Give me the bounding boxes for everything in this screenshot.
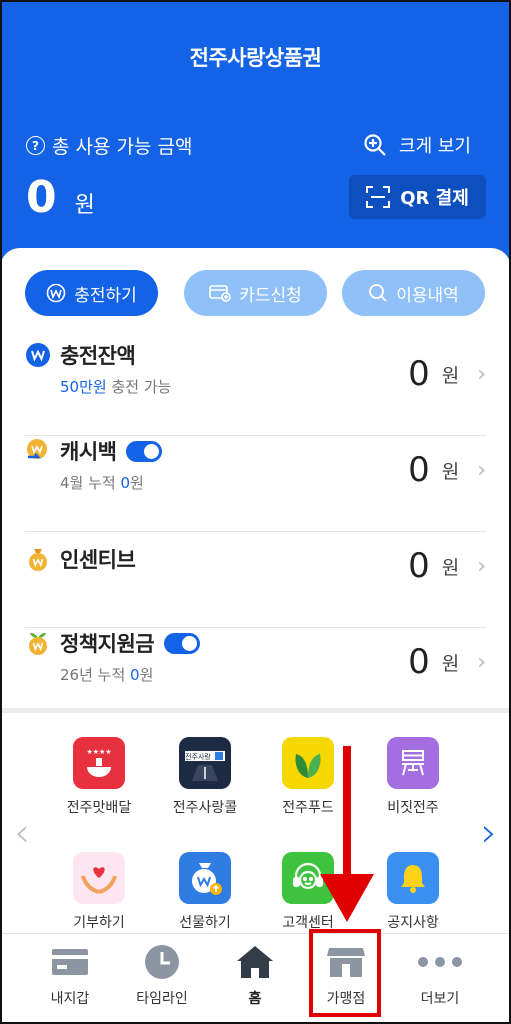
money-bag-icon <box>25 546 51 572</box>
row-charge-balance[interactable]: 충전잔액 50만원 충전 가능 0 원 › <box>25 340 486 436</box>
qr-pay-button[interactable]: QR 결제 <box>349 175 486 219</box>
donate-heart-icon <box>73 852 125 904</box>
header: 전주사랑상품권 ? 총 사용 가능 금액 크게 보기 0 원 QR 결제 <box>0 0 511 275</box>
history-label: 이용내역 <box>396 285 459 306</box>
qr-pay-label: QR 결제 <box>400 188 469 209</box>
card-apply-label: 카드신청 <box>239 285 302 306</box>
available-amount-label[interactable]: ? 총 사용 가능 금액 <box>26 132 192 159</box>
chevron-right-icon: › <box>477 361 486 387</box>
annotation-highlight-box <box>309 929 381 1017</box>
wallet-icon <box>51 944 89 980</box>
menu-item-gift[interactable]: 선물하기 <box>150 852 260 932</box>
policy-support-toggle[interactable] <box>164 632 201 654</box>
bottom-nav: 내지갑 타임라인 홈 가맹점 더보기 <box>0 933 511 1024</box>
qr-scan-icon <box>366 186 391 208</box>
menu-item-donate[interactable]: 기부하기 <box>44 852 154 932</box>
menu-item-food-delivery[interactable]: ★★★★ 전주맛배달 <box>44 737 154 817</box>
won-circle-icon <box>46 283 66 303</box>
history-button[interactable]: 이용내역 <box>342 270 485 316</box>
sprout-coin-icon <box>25 630 51 656</box>
total-balance: 0 원 <box>26 172 95 223</box>
nav-label: 내지갑 <box>50 991 90 1007</box>
notice-bell-icon <box>387 852 439 904</box>
row-amount: 0 <box>408 450 430 490</box>
search-icon <box>368 283 388 303</box>
card-add-icon <box>209 284 232 302</box>
nav-timeline[interactable]: 타임라인 <box>112 934 212 1024</box>
help-icon[interactable]: ? <box>26 136 45 155</box>
charge-button[interactable]: 충전하기 <box>25 270 158 316</box>
menu-label: 공지사항 <box>387 915 439 931</box>
card-apply-button[interactable]: 카드신청 <box>184 270 327 316</box>
nav-home[interactable]: 홈 <box>205 934 305 1024</box>
visit-jeonju-icon <box>387 737 439 789</box>
app-title: 전주사랑상품권 <box>189 46 322 70</box>
row-sub: 4월 누적 0원 <box>60 474 144 492</box>
home-icon <box>236 944 274 980</box>
available-label-text: 총 사용 가능 금액 <box>52 136 193 158</box>
svg-text:전주사랑: 전주사랑 <box>185 752 211 761</box>
zoom-in-icon <box>364 134 386 156</box>
more-dots-icon <box>417 944 463 980</box>
row-unit: 원 <box>441 652 460 675</box>
row-title: 인센티브 <box>60 548 136 572</box>
chevron-right-icon: › <box>477 649 486 675</box>
nav-label: 홈 <box>248 991 262 1007</box>
nav-more[interactable]: 더보기 <box>390 934 490 1024</box>
menu-next-arrow[interactable]: › <box>481 810 497 856</box>
nav-label: 타임라인 <box>136 991 188 1007</box>
row-incentive[interactable]: 인센티브 0 원 › <box>25 532 486 628</box>
zoom-button[interactable]: 크게 보기 <box>363 132 471 158</box>
balance-unit: 원 <box>74 193 95 218</box>
annotation-arrow-icon <box>320 746 374 922</box>
row-unit: 원 <box>441 460 460 483</box>
menu-item-love-call[interactable]: 전주사랑 전주사랑콜 <box>150 737 260 817</box>
service-menu-grid: ★★★★ 전주맛배달 전주사랑 전주사랑콜 전주푸드 비짓전주 기부하기 선물하… <box>0 713 511 933</box>
menu-prev-arrow[interactable]: ‹ <box>14 810 30 856</box>
menu-label: 전주사랑콜 <box>172 800 238 816</box>
clock-icon <box>144 944 180 980</box>
food-delivery-icon: ★★★★ <box>73 737 125 789</box>
taxi-call-icon: 전주사랑 <box>179 737 231 789</box>
row-title: 정책지원금 <box>60 632 155 656</box>
row-sub: 50만원 충전 가능 <box>60 378 172 396</box>
row-title: 캐시백 <box>60 440 117 464</box>
row-unit: 원 <box>441 556 460 579</box>
row-unit: 원 <box>441 364 460 387</box>
won-badge-icon <box>25 342 51 368</box>
chevron-right-icon: › <box>477 457 486 483</box>
row-amount: 0 <box>408 546 430 586</box>
menu-label: 전주맛배달 <box>66 800 132 816</box>
charge-label: 충전하기 <box>74 285 137 306</box>
menu-label: 비짓전주 <box>387 800 439 816</box>
row-amount: 0 <box>408 642 430 682</box>
cashback-icon <box>25 438 51 464</box>
zoom-label: 크게 보기 <box>399 136 471 157</box>
nav-label: 더보기 <box>420 991 460 1007</box>
row-sub: 26년 누적 0원 <box>60 666 154 684</box>
row-cashback[interactable]: 캐시백 4월 누적 0원 0 원 › <box>25 436 486 532</box>
gift-money-icon <box>179 852 231 904</box>
row-title: 충전잔액 <box>60 344 136 368</box>
menu-label: 기부하기 <box>73 915 125 931</box>
balance-amount: 0 <box>26 172 57 223</box>
row-amount: 0 <box>408 354 430 394</box>
svg-text:★★★★: ★★★★ <box>86 748 111 756</box>
cashback-toggle[interactable] <box>126 440 163 462</box>
chevron-right-icon: › <box>477 553 486 579</box>
nav-wallet[interactable]: 내지갑 <box>20 934 120 1024</box>
menu-label: 선물하기 <box>179 915 231 931</box>
